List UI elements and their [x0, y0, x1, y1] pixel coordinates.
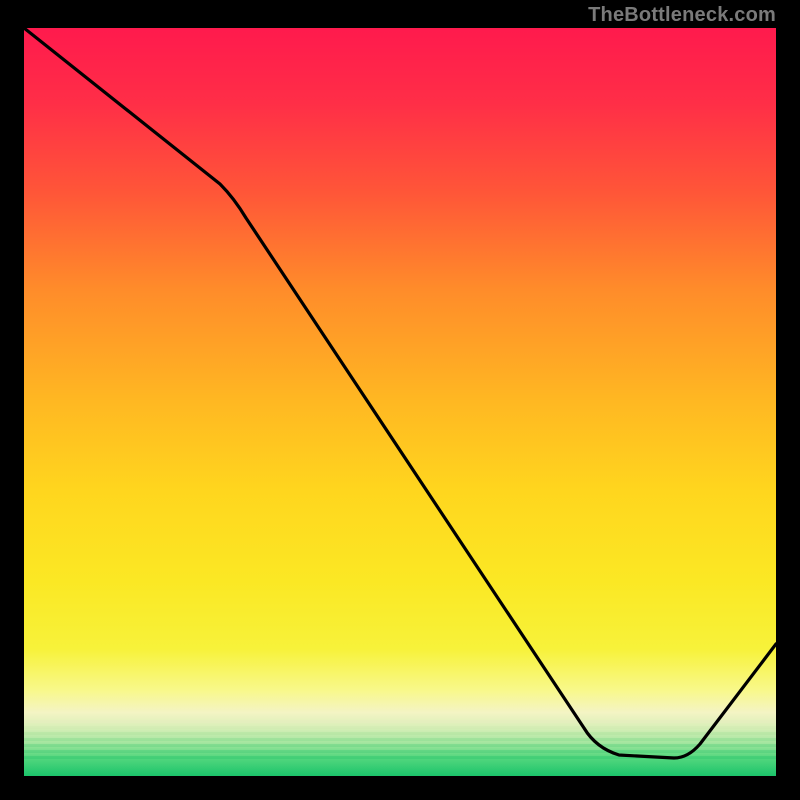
chart-svg [24, 28, 776, 776]
plot-area [24, 28, 776, 776]
chart-container: TheBottleneck.com [0, 0, 800, 800]
gradient-background [24, 28, 776, 776]
watermark-text: TheBottleneck.com [588, 4, 776, 27]
